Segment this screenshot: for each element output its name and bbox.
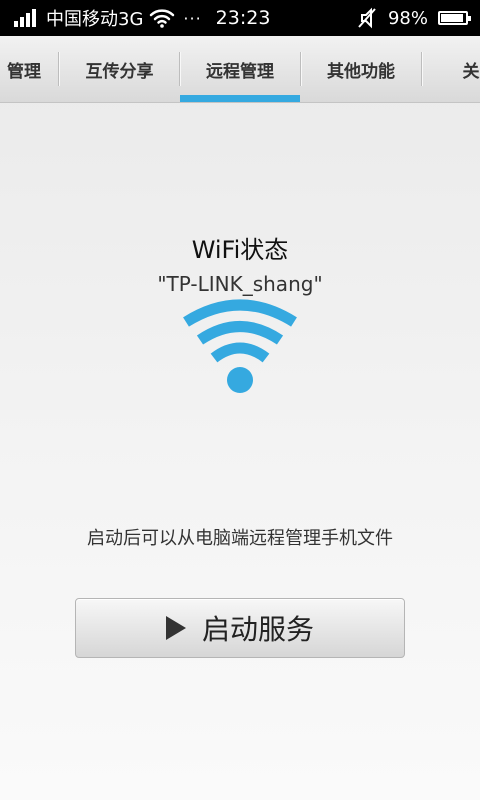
status-right: 98% (356, 0, 471, 36)
clock: 23:23 (215, 7, 271, 29)
tab-label: 管理 (7, 61, 41, 82)
battery-icon (438, 11, 471, 25)
tab-bar: 管理 互传分享 远程管理 其他功能 关 (0, 36, 480, 103)
tab-remote-manage[interactable]: 远程管理 (180, 36, 300, 102)
status-left: 中国移动3G ··· 23:23 (14, 0, 270, 36)
tab-manage[interactable]: 管理 (0, 36, 58, 102)
mute-icon (358, 7, 376, 29)
start-service-label: 启动服务 (201, 613, 314, 646)
battery-percent: 98% (387, 7, 428, 29)
tab-share[interactable]: 互传分享 (60, 36, 179, 102)
carrier-label: 中国移动3G (46, 9, 144, 30)
wifi-status-title: WiFi状态 (191, 236, 289, 264)
more-dots: ··· (183, 8, 202, 28)
tab-about[interactable]: 关 (423, 36, 480, 102)
wifi-ssid: "TP-LINK_shang" (157, 272, 323, 296)
status-bar: 中国移动3G ··· 23:23 98% (0, 0, 480, 36)
wifi-status-icon (183, 299, 297, 393)
play-icon (165, 616, 186, 640)
tab-other-functions[interactable]: 其他功能 (301, 36, 421, 102)
start-service-button[interactable]: 启动服务 (75, 598, 405, 658)
tab-label: 关 (462, 61, 480, 82)
remote-manage-hint: 启动后可以从电脑端远程管理手机文件 (87, 528, 393, 549)
wifi-icon (150, 9, 175, 28)
tab-label: 其他功能 (327, 61, 395, 82)
tab-label: 互传分享 (85, 61, 154, 82)
signal-icon (14, 9, 36, 27)
tab-label: 远程管理 (206, 61, 274, 82)
